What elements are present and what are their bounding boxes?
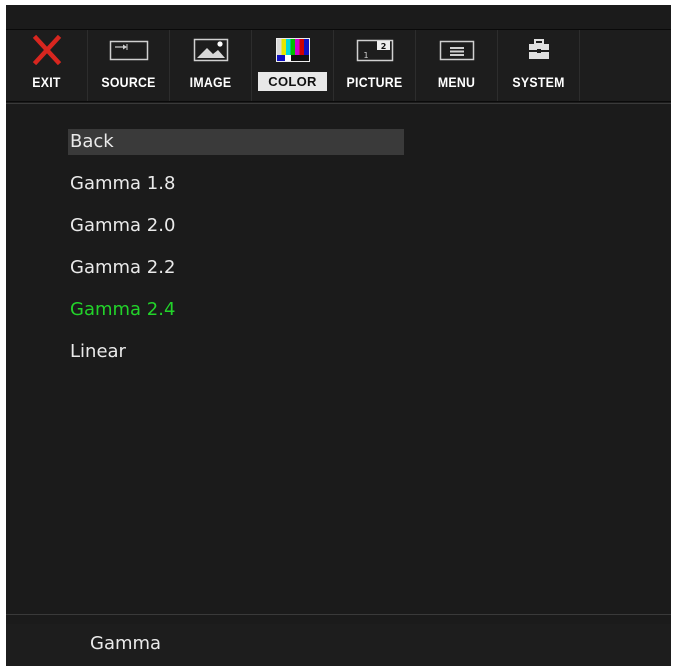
- toolbar-image-button[interactable]: IMAGE: [170, 30, 252, 101]
- toolbar-empty-slot: [580, 30, 671, 101]
- system-toolbox-icon: [498, 36, 579, 64]
- status-title: Gamma: [90, 633, 162, 654]
- image-icon: [170, 36, 251, 64]
- svg-text:1: 1: [363, 51, 368, 60]
- gamma-options-list: Back Gamma 1.8 Gamma 2.0 Gamma 2.2 Gamma…: [68, 129, 404, 381]
- toolbar-picture-label: PICTURE: [346, 73, 403, 90]
- toolbar-source-label: SOURCE: [101, 73, 156, 90]
- toolbar-source-button[interactable]: SOURCE: [88, 30, 170, 101]
- menu-item-gamma-2-4[interactable]: Gamma 2.4: [68, 297, 404, 323]
- menu-item-gamma-2-0[interactable]: Gamma 2.0: [68, 213, 404, 239]
- color-bars-icon: [252, 36, 333, 64]
- osd-window: EXIT SOURCE IMAGE COLOR 2 1 PICTURE MENU…: [6, 5, 671, 666]
- picture-in-picture-icon: 2 1: [334, 36, 415, 64]
- toolbar-menu-button[interactable]: MENU: [416, 30, 498, 101]
- menu-item-back[interactable]: Back: [68, 129, 404, 155]
- toolbar-system-label: SYSTEM: [512, 73, 565, 90]
- status-bar: Gamma: [6, 624, 671, 666]
- toolbar-color-label: COLOR: [258, 72, 327, 91]
- toolbar-image-label: IMAGE: [189, 73, 232, 90]
- svg-text:2: 2: [380, 42, 386, 51]
- menu-item-gamma-1-8[interactable]: Gamma 1.8: [68, 171, 404, 197]
- toolbar-menu-label: MENU: [437, 73, 476, 90]
- toolbar-color-button[interactable]: COLOR: [252, 30, 334, 101]
- close-icon: [6, 35, 87, 65]
- input-source-icon: [88, 36, 169, 64]
- menu-item-linear[interactable]: Linear: [68, 339, 404, 365]
- menu-icon: [416, 36, 497, 64]
- toolbar-divider: [6, 103, 671, 104]
- toolbar-system-button[interactable]: SYSTEM: [498, 30, 580, 101]
- toolbar-exit-label: EXIT: [32, 73, 61, 90]
- status-divider: [6, 614, 671, 615]
- top-strip: [6, 5, 671, 29]
- main-toolbar: EXIT SOURCE IMAGE COLOR 2 1 PICTURE MENU…: [6, 29, 671, 102]
- toolbar-picture-button[interactable]: 2 1 PICTURE: [334, 30, 416, 101]
- toolbar-exit-button[interactable]: EXIT: [6, 30, 88, 101]
- menu-item-gamma-2-2[interactable]: Gamma 2.2: [68, 255, 404, 281]
